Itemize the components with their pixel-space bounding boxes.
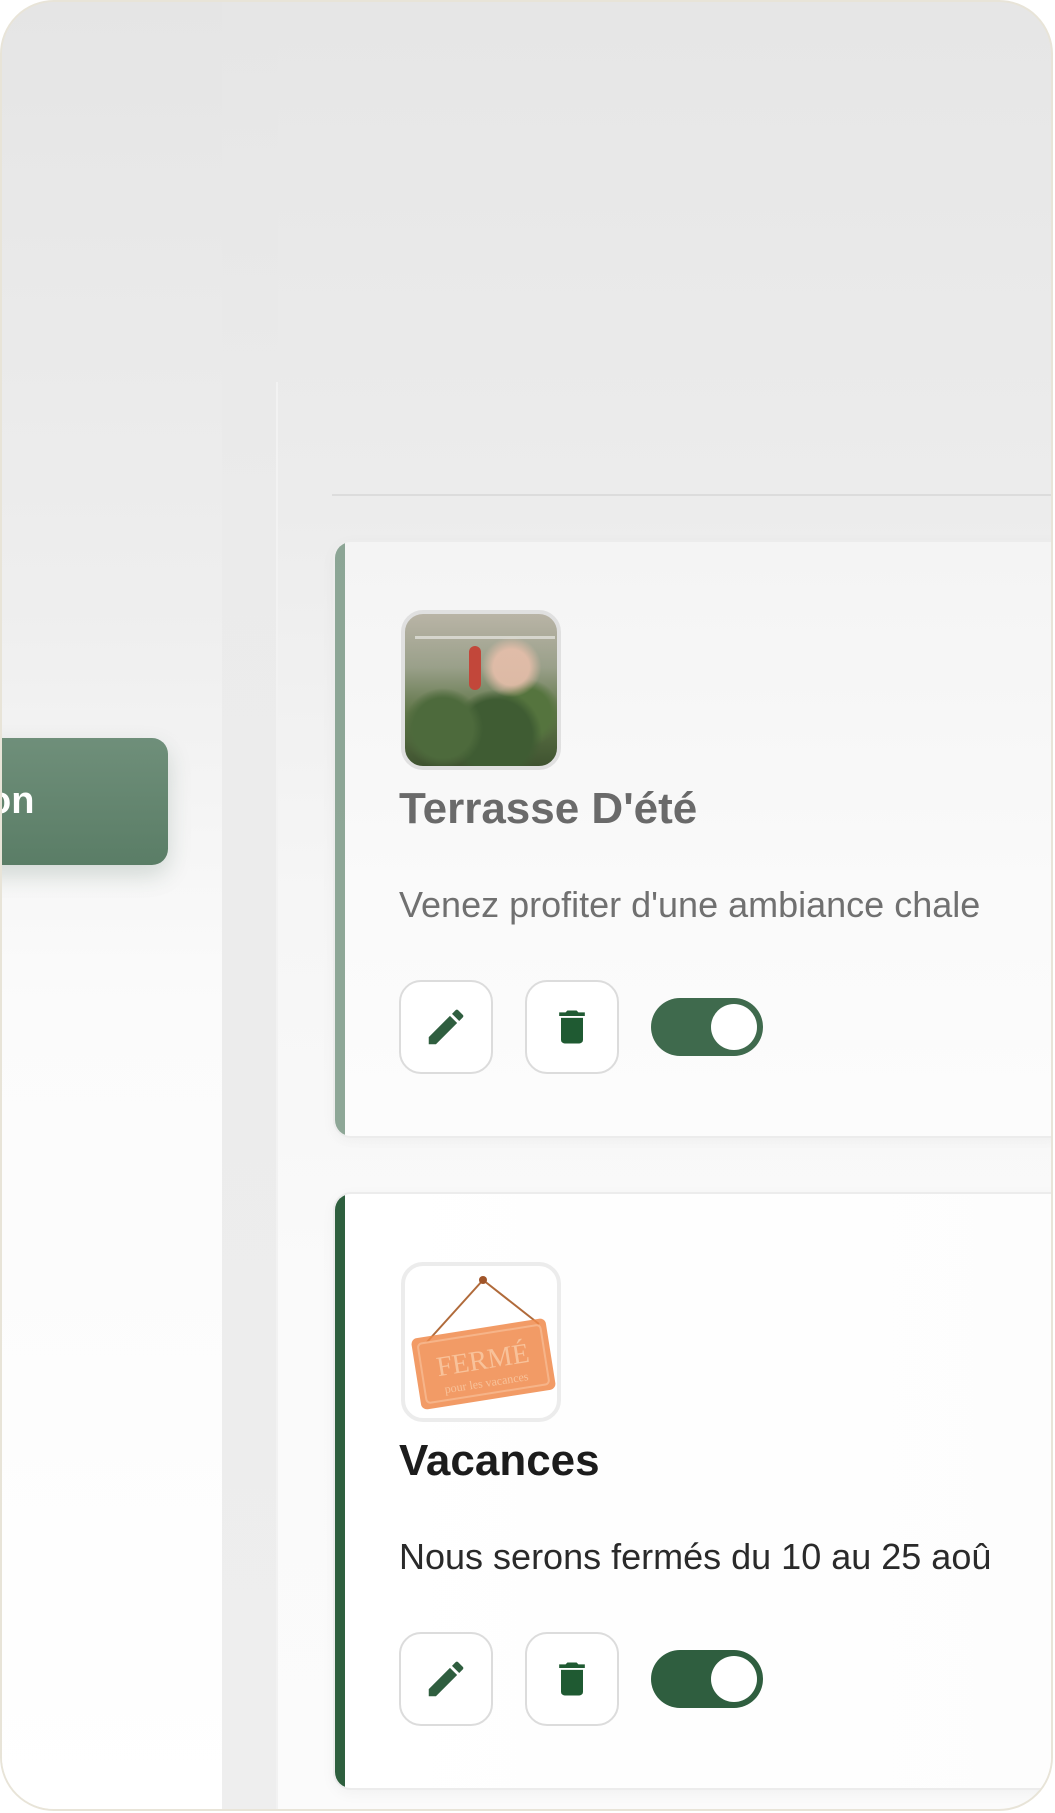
panel-gutter [222, 2, 278, 1809]
promo-card: FERMÉ pour les vacances Vacances Nous se… [333, 1192, 1051, 1790]
card-description: Venez profiter d'une ambiance chale [399, 884, 981, 925]
pencil-icon [428, 1009, 464, 1045]
panel-separator [276, 382, 278, 1809]
card-title: Terrasse D'été [399, 784, 698, 833]
delete-button[interactable] [525, 1632, 619, 1726]
edit-button[interactable] [399, 980, 493, 1074]
trash-icon [559, 1010, 585, 1044]
closed-sign-image: FERMÉ pour les vacances [401, 1262, 561, 1422]
sidebar-action-label: on [2, 780, 35, 822]
promo-card: Terrasse D'été Venez profiter d'une ambi… [333, 540, 1051, 1138]
terrace-photo [401, 610, 561, 770]
content-divider [332, 494, 1051, 496]
lamp-shape [469, 646, 481, 690]
active-toggle[interactable] [651, 998, 763, 1056]
card-title: Vacances [399, 1436, 600, 1485]
app-frame: on Terrasse D'été Venez profiter d'une a… [0, 0, 1053, 1811]
active-toggle[interactable] [651, 1650, 763, 1708]
delete-button[interactable] [525, 980, 619, 1074]
toggle-knob [711, 1656, 757, 1702]
trash-icon [559, 1662, 585, 1696]
sidebar-action-button[interactable]: on [2, 738, 168, 865]
closed-sign-icon: FERMÉ pour les vacances [411, 1276, 556, 1410]
toggle-knob [711, 1004, 757, 1050]
pencil-icon [428, 1661, 464, 1697]
edit-button[interactable] [399, 1632, 493, 1726]
window-frame [415, 636, 555, 639]
sidebar-panel: on [2, 2, 222, 1809]
card-description: Nous serons fermés du 10 au 25 aoû [399, 1536, 992, 1577]
